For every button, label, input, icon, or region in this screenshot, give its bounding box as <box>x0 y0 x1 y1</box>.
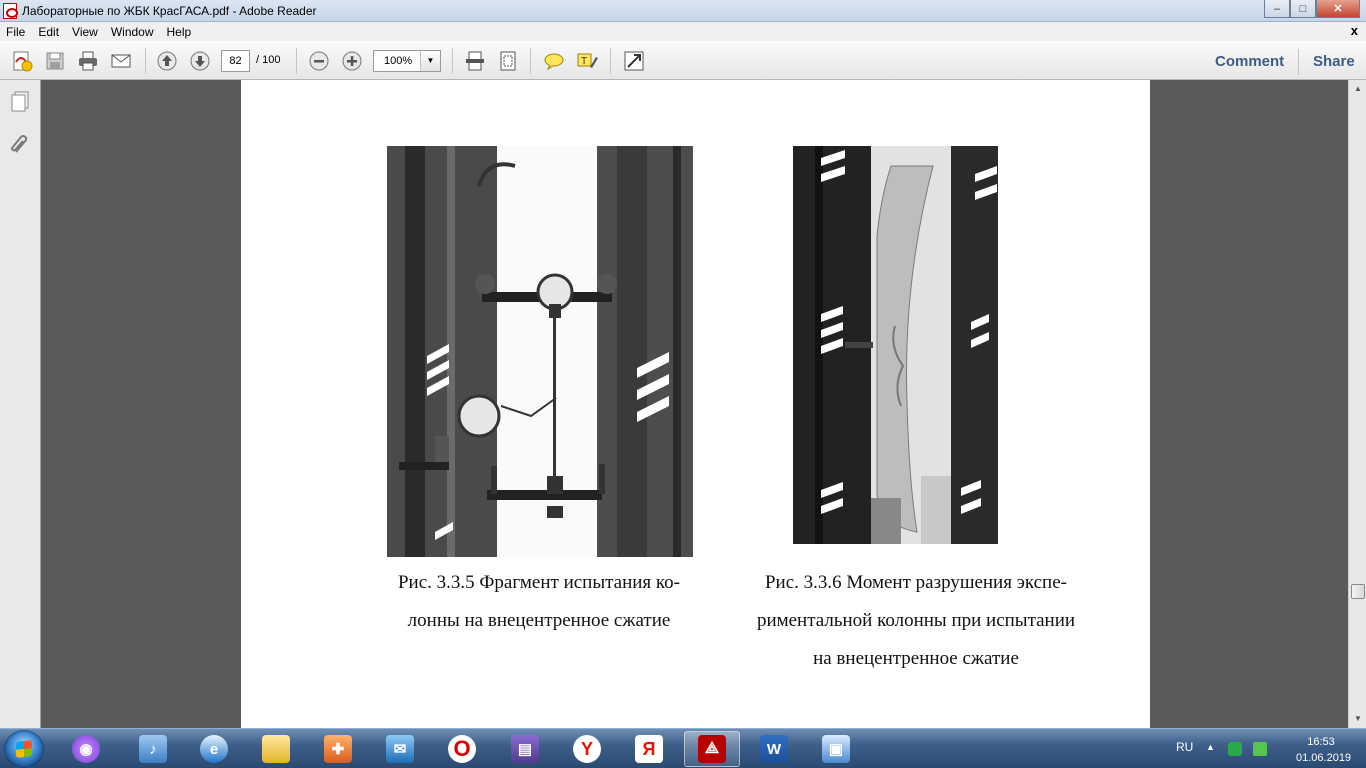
menu-view[interactable]: View <box>72 25 98 39</box>
svg-text:T: T <box>581 56 587 67</box>
scroll-thumb[interactable] <box>1351 584 1365 599</box>
menu-bar: File Edit View Window Help x <box>0 22 1366 41</box>
figure-photo-column-test-fragment <box>387 146 693 557</box>
fit-page-icon[interactable] <box>496 49 520 73</box>
maximize-button[interactable]: □ <box>1290 0 1316 18</box>
menu-help[interactable]: Help <box>167 25 192 39</box>
toolbar-separator <box>452 48 453 74</box>
chevron-down-icon[interactable]: ▼ <box>420 51 440 71</box>
vertical-scrollbar[interactable]: ▲ ▼ <box>1348 80 1366 728</box>
fit-width-icon[interactable] <box>463 49 487 73</box>
document-viewport[interactable]: Рис. 3.3.5 Фрагмент испытания ко- лонны … <box>41 80 1348 728</box>
explorer-icon[interactable] <box>248 731 304 767</box>
next-page-icon[interactable] <box>188 49 212 73</box>
figure-caption-right-line3: на внецентренное сжатие <box>813 648 1019 669</box>
create-pdf-icon[interactable] <box>10 49 34 73</box>
minimize-button[interactable]: – <box>1264 0 1290 18</box>
yandex-icon[interactable]: Я <box>621 731 677 767</box>
save-icon[interactable] <box>43 49 67 73</box>
remote-icon[interactable]: ▣ <box>808 731 864 767</box>
scroll-up-button[interactable]: ▲ <box>1351 82 1365 96</box>
window-controls: – □ ✕ <box>1264 0 1360 18</box>
zoom-in-icon[interactable] <box>340 49 364 73</box>
page-thumbnails-icon[interactable] <box>9 90 31 114</box>
network-icon[interactable] <box>1253 742 1267 756</box>
figure-caption-right-line1: Рис. 3.3.6 Момент разрушения экспе- <box>764 572 1067 593</box>
winrar-icon[interactable]: ▤ <box>497 731 553 767</box>
start-button[interactable] <box>4 730 44 768</box>
clock[interactable]: 16:53 01.06.2019 <box>1296 734 1352 766</box>
mail-icon[interactable]: ✉ <box>372 731 428 767</box>
word-icon[interactable]: W <box>746 731 802 767</box>
toolbar: 82 / 100 100% ▼ T Comment Share <box>0 41 1366 80</box>
title-bar: Лабораторные по ЖБК КрасГАСА.pdf - Adobe… <box>0 0 1366 22</box>
figure-caption-right-line2: риментальной колонны при испытании <box>756 610 1076 631</box>
zoom-out-icon[interactable] <box>307 49 331 73</box>
clock-date: 01.06.2019 <box>1296 752 1352 764</box>
volume-icon[interactable]: ♪ <box>125 731 181 767</box>
toolbar-separator <box>1298 49 1299 75</box>
full-screen-icon[interactable] <box>622 49 646 73</box>
adobe-reader-icon[interactable]: ⟁ <box>684 731 740 767</box>
language-indicator[interactable]: RU <box>1176 740 1193 754</box>
ie-icon[interactable]: e <box>186 731 242 767</box>
figure-photo-column-failure <box>775 146 998 544</box>
zoom-select[interactable]: 100% ▼ <box>373 50 441 72</box>
comment-button[interactable]: Comment <box>1215 53 1284 70</box>
figure-caption-left-line1: Рис. 3.3.5 Фрагмент испытания ко- <box>397 572 680 593</box>
yandex-browser-icon[interactable]: Y <box>559 731 615 767</box>
torrent-icon[interactable] <box>1228 742 1242 756</box>
menu-file[interactable]: File <box>6 25 25 39</box>
previous-page-icon[interactable] <box>155 49 179 73</box>
opera-icon[interactable]: O <box>434 731 490 767</box>
close-document-button[interactable]: x <box>1351 23 1358 38</box>
toolbar-separator <box>145 48 146 74</box>
adobe-reader-app-icon <box>3 2 18 19</box>
highlight-text-icon[interactable]: T <box>575 49 599 73</box>
pdf-page: Рис. 3.3.5 Фрагмент испытания ко- лонны … <box>241 80 1150 728</box>
sticky-note-icon[interactable] <box>542 49 566 73</box>
taskbar: ◉ ♪ e ✚ ✉ O ▤ Y Я ⟁ W ▣ RU ▲ 16:53 01.06… <box>0 728 1366 768</box>
share-button[interactable]: Share <box>1313 53 1355 70</box>
email-icon[interactable] <box>109 49 133 73</box>
alice-icon[interactable]: ◉ <box>58 731 114 767</box>
scroll-down-button[interactable]: ▼ <box>1351 712 1365 726</box>
toolbar-separator <box>610 48 611 74</box>
attachments-icon[interactable] <box>9 132 31 156</box>
toolbar-separator <box>530 48 531 74</box>
navigation-pane <box>0 80 41 728</box>
show-hidden-icons-icon[interactable]: ▲ <box>1206 742 1220 756</box>
page-total: / 100 <box>256 54 281 66</box>
zoom-value: 100% <box>384 55 413 67</box>
window-title: Лабораторные по ЖБК КрасГАСА.pdf - Adobe… <box>22 3 317 18</box>
clock-time: 16:53 <box>1307 736 1335 748</box>
close-button[interactable]: ✕ <box>1316 0 1360 18</box>
page-number-input[interactable]: 82 <box>221 50 250 72</box>
toolbar-separator <box>296 48 297 74</box>
menu-edit[interactable]: Edit <box>38 25 59 39</box>
print-icon[interactable] <box>76 49 100 73</box>
figure-caption-left-line2: лонны на внецентренное сжатие <box>407 610 671 631</box>
media-icon[interactable]: ✚ <box>310 731 366 767</box>
menu-window[interactable]: Window <box>111 25 154 39</box>
